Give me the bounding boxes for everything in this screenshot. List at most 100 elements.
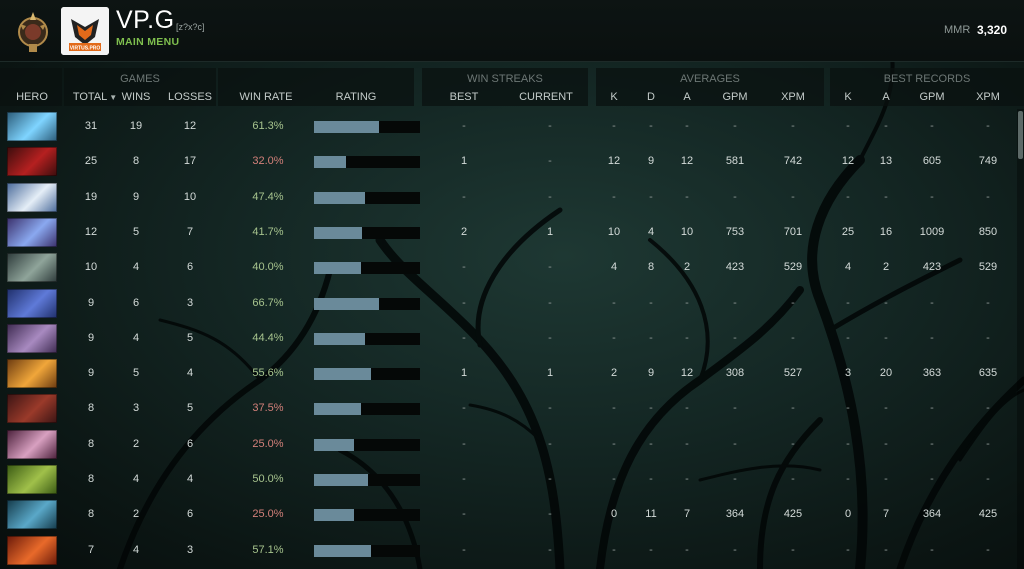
best-streak-cell: - — [462, 543, 466, 556]
rating-bar-fill — [314, 509, 354, 522]
losses-cell: 7 — [186, 225, 194, 238]
best-assists-cell: 7 — [882, 508, 890, 521]
avg-kills-column-header[interactable]: K — [604, 91, 624, 103]
table-row[interactable]: 19 9 10 - - - - - - - - - - - 47.4% — [0, 180, 1016, 215]
table-row[interactable]: 8 2 6 - - - - - - - - - - - 25.0% — [0, 427, 1016, 462]
avg-deaths-column-header[interactable]: D — [641, 91, 661, 103]
goblin-hero-icon[interactable] — [7, 465, 57, 494]
best-assists-cell: 13 — [879, 155, 893, 168]
white-mage-hero-icon[interactable] — [7, 182, 57, 212]
best-xpm-cell: 749 — [978, 155, 998, 168]
best-assists-cell: 2 — [882, 261, 890, 274]
avg-gpm-cell: 753 — [725, 225, 745, 238]
table-row[interactable]: 9 5 4 1 1 2 9 12 308 527 3 20 363 635 55.6% — [0, 356, 1016, 391]
best-streak-cell: - — [462, 190, 466, 203]
avg-xpm-cell: - — [791, 120, 795, 132]
best-gpm-column-header[interactable]: GPM — [914, 91, 950, 103]
best-assists-column-header[interactable]: A — [876, 91, 896, 103]
avg-xpm-cell: 527 — [783, 367, 803, 380]
current-streak-cell: - — [548, 120, 552, 132]
table-row[interactable]: 8 4 4 - - - - - - - - - - - 50.0% — [0, 462, 1016, 497]
avg-assists-cell: 10 — [680, 225, 694, 238]
avg-assists-column-header[interactable]: A — [677, 91, 697, 103]
best-xpm-cell: - — [986, 402, 990, 415]
wins-column-header[interactable]: WINS — [118, 91, 154, 103]
best-streak-column-header[interactable]: BEST — [444, 91, 484, 103]
mmr-label: MMR — [944, 24, 971, 36]
avg-xpm-cell: - — [791, 543, 795, 556]
pale-witch-hero-icon[interactable] — [7, 429, 57, 459]
red-demon-hero-icon[interactable] — [7, 147, 57, 177]
table-row[interactable]: 9 4 5 - - - - - - - - - - - 44.4% — [0, 321, 1016, 356]
best-gpm-cell: 1009 — [919, 225, 945, 238]
team-logo[interactable]: VIRTUS.PRO — [61, 7, 109, 55]
table-row[interactable]: 8 2 6 - - 0 11 7 364 425 0 7 364 425 25.0% — [0, 497, 1016, 532]
table-row[interactable]: 31 19 12 - - - - - - - - - - - 61.3% — [0, 109, 1016, 144]
scrollbar-thumb[interactable] — [1018, 111, 1023, 159]
masked-assassin-hero-icon[interactable] — [7, 323, 57, 353]
avg-xpm-cell: - — [791, 437, 795, 450]
best-kills-cell: 4 — [844, 261, 852, 274]
best-xpm-cell: - — [986, 437, 990, 450]
avg-assists-cell: - — [685, 120, 689, 132]
wins-cell: 2 — [132, 437, 140, 450]
avg-gpm-cell: - — [733, 402, 737, 415]
avg-xpm-cell: 425 — [783, 508, 803, 521]
avg-xpm-cell: - — [791, 473, 795, 485]
wins-cell: 4 — [132, 331, 140, 344]
avg-gpm-cell: - — [733, 543, 737, 556]
total-games-cell: 7 — [87, 543, 95, 556]
win-rate-column-header[interactable]: WIN RATE — [236, 91, 296, 103]
avg-kills-cell: 10 — [607, 225, 621, 238]
best-kills-cell: 25 — [841, 225, 855, 238]
best-kills-cell: - — [846, 296, 850, 309]
table-scrollbar[interactable] — [1017, 109, 1024, 569]
avg-deaths-cell: 9 — [647, 155, 655, 168]
axe-warrior-hero-icon[interactable] — [7, 394, 57, 424]
win-rate-cell: 25.0% — [252, 508, 284, 521]
avg-deaths-cell: 9 — [647, 367, 655, 380]
avg-deaths-cell: 11 — [645, 508, 657, 521]
rating-bar — [314, 332, 420, 345]
current-streak-cell: - — [548, 437, 552, 450]
best-xpm-cell: - — [986, 190, 990, 203]
table-row[interactable]: 25 8 17 1 - 12 9 12 581 742 12 13 605 749 32.0% — [0, 144, 1016, 179]
avg-xpm-column-header[interactable]: XPM — [775, 91, 811, 103]
avg-gpm-cell: - — [733, 120, 737, 132]
avg-gpm-cell: 423 — [725, 261, 745, 274]
table-row[interactable]: 9 6 3 - - - - - - - - - - - 66.7% — [0, 286, 1016, 321]
losses-cell: 10 — [183, 190, 197, 203]
current-streak-column-header[interactable]: CURRENT — [516, 91, 576, 103]
win-rate-cell: 41.7% — [252, 225, 284, 238]
best-xpm-cell: 635 — [978, 367, 998, 380]
hooded-hero-icon[interactable] — [7, 253, 57, 283]
best-xpm-cell: - — [986, 543, 990, 556]
hero-column-header[interactable]: HERO — [8, 91, 56, 103]
avg-kills-cell: - — [612, 543, 616, 556]
table-row[interactable]: 10 4 6 - - 4 8 2 423 529 4 2 423 529 40.0% — [0, 250, 1016, 285]
ember-hero-icon[interactable] — [7, 535, 57, 565]
best-kills-cell: - — [846, 331, 850, 344]
blue-spirit-hero-icon[interactable] — [7, 112, 57, 141]
phantom-hero-icon[interactable] — [7, 500, 57, 530]
avg-gpm-column-header[interactable]: GPM — [717, 91, 753, 103]
main-menu-link[interactable]: MAIN MENU — [116, 36, 179, 48]
total-column-header[interactable]: TOTAL ▼ — [68, 91, 122, 103]
rating-bar — [314, 544, 420, 557]
table-row[interactable]: 8 3 5 - - - - - - - - - - - 37.5% — [0, 391, 1016, 426]
table-row[interactable]: 12 5 7 2 1 10 4 10 753 701 25 16 1009 850 41.7% — [0, 215, 1016, 250]
arcane-hero-icon[interactable] — [7, 288, 57, 318]
purple-orb-hero-icon[interactable] — [7, 217, 57, 247]
best-kills-column-header[interactable]: K — [838, 91, 858, 103]
rating-column-header[interactable]: RATING — [330, 91, 382, 103]
losses-column-header[interactable]: LOSSES — [164, 91, 216, 103]
avg-assists-cell: - — [685, 190, 689, 203]
avg-kills-cell: 2 — [610, 367, 618, 380]
best-gpm-cell: 423 — [922, 261, 942, 274]
best-kills-cell: - — [846, 473, 850, 485]
rating-bar — [314, 156, 420, 169]
table-row[interactable]: 7 4 3 - - - - - - - - - - - 57.1% — [0, 533, 1016, 568]
avg-deaths-cell: - — [649, 331, 653, 344]
best-xpm-column-header[interactable]: XPM — [970, 91, 1006, 103]
fire-mage-hero-icon[interactable] — [7, 359, 57, 389]
